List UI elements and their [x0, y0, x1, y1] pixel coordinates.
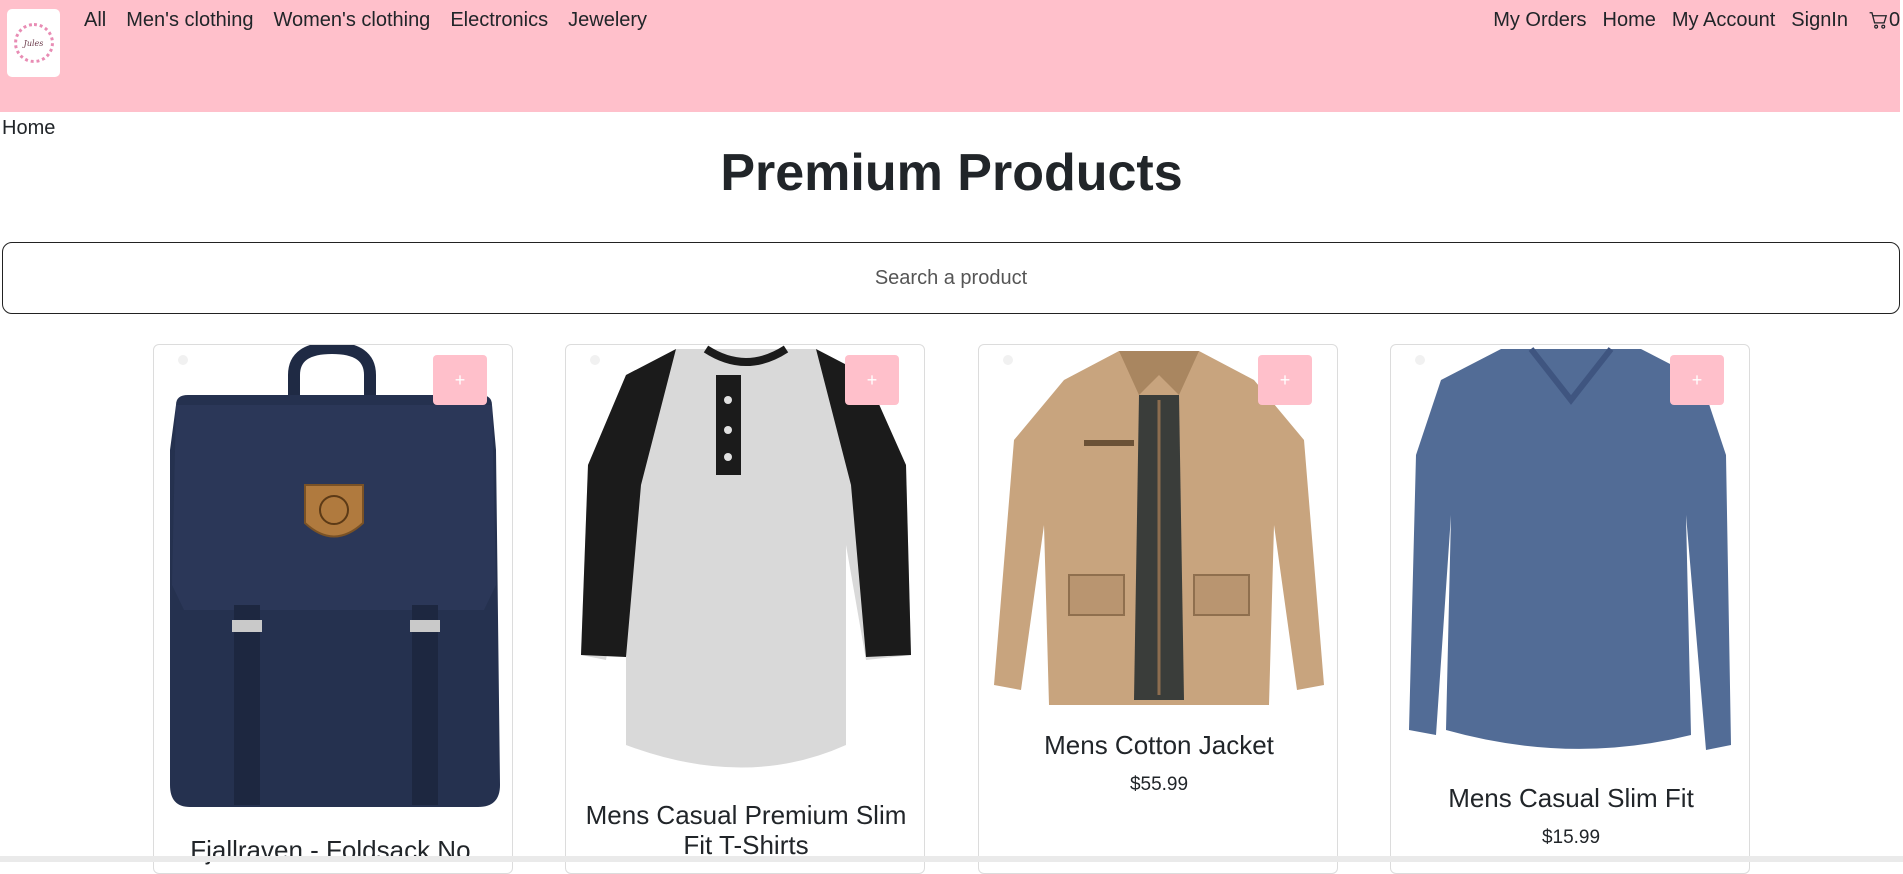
search-input[interactable] — [2, 242, 1900, 314]
add-to-cart-button[interactable]: + — [1258, 355, 1312, 405]
product-card[interactable]: + Mens Casual Premium Slim Fit T-Shirts — [565, 344, 925, 874]
account-nav: My Orders Home My Account SignIn — [1493, 8, 1848, 32]
add-to-cart-button[interactable]: + — [1670, 355, 1724, 405]
nav-signin[interactable]: SignIn — [1791, 8, 1848, 32]
add-to-cart-button[interactable]: + — [433, 355, 487, 405]
cart-icon — [1869, 11, 1888, 29]
logo-badge-icon: Jules — [13, 23, 54, 63]
product-grid: + Fjallraven - Foldsack No. + Mens Casua… — [0, 344, 1903, 874]
horizontal-scrollbar[interactable] — [0, 856, 1903, 862]
nav-jewelery[interactable]: Jewelery — [568, 8, 647, 32]
brand-logo[interactable]: Jules — [7, 9, 60, 77]
cart-button[interactable]: 0 — [1869, 8, 1900, 32]
product-title: Mens Casual Slim Fit — [1448, 783, 1694, 813]
top-navbar: Jules All Men's clothing Women's clothin… — [0, 0, 1900, 112]
card-dot — [1415, 355, 1425, 365]
product-title: Mens Cotton Jacket — [1044, 730, 1274, 760]
card-dot — [590, 355, 600, 365]
breadcrumb: Home — [2, 117, 56, 139]
product-title: Mens Casual Premium Slim Fit T-Shirts — [585, 800, 907, 860]
logo-text: Jules — [23, 38, 44, 48]
card-dot — [1003, 355, 1013, 365]
nav-home[interactable]: Home — [1603, 8, 1656, 32]
page-title: Premium Products — [720, 144, 1183, 202]
product-card[interactable]: + Mens Cotton Jacket $55.99 — [978, 344, 1338, 874]
product-card[interactable]: + Fjallraven - Foldsack No. — [153, 344, 513, 874]
nav-womens-clothing[interactable]: Women's clothing — [273, 8, 430, 32]
nav-my-orders[interactable]: My Orders — [1493, 8, 1586, 32]
nav-electronics[interactable]: Electronics — [450, 8, 548, 32]
nav-mens-clothing[interactable]: Men's clothing — [126, 8, 253, 32]
product-price: $55.99 — [1129, 774, 1189, 795]
category-nav: All Men's clothing Women's clothing Elec… — [84, 8, 647, 32]
cart-count: 0 — [1889, 9, 1901, 31]
product-image — [170, 345, 500, 807]
card-dot — [178, 355, 188, 365]
add-to-cart-button[interactable]: + — [845, 355, 899, 405]
product-image — [1409, 347, 1731, 750]
nav-all[interactable]: All — [84, 8, 106, 32]
product-image — [581, 345, 911, 768]
product-price: $15.99 — [1541, 827, 1601, 848]
product-card[interactable]: + Mens Casual Slim Fit $15.99 — [1390, 344, 1750, 874]
nav-my-account[interactable]: My Account — [1672, 8, 1775, 32]
